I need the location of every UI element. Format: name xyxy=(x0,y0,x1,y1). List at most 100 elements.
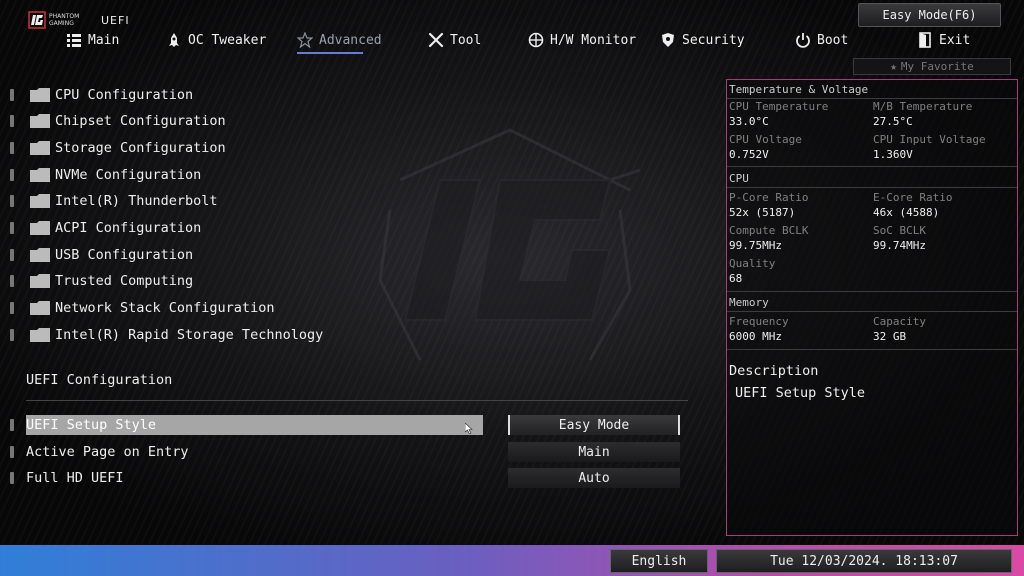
bullet-marker xyxy=(10,89,14,101)
hardware-info-panel: Temperature & Voltage CPU Temperature 33… xyxy=(726,79,1018,536)
tab-tool[interactable]: Tool xyxy=(428,30,481,50)
menu-item-label: Intel(R) Thunderbolt xyxy=(55,193,218,209)
uefi-setup-style-select[interactable]: Easy Mode xyxy=(508,415,680,435)
brand-line-2: GAMING xyxy=(49,20,74,27)
description-text: UEFI Setup Style xyxy=(735,385,866,401)
active-page-select[interactable]: Main xyxy=(508,442,680,462)
mb-temp-label: M/B Temperature xyxy=(873,100,973,113)
soc-bclk-label: SoC BCLK xyxy=(873,224,926,237)
my-favorite-label: My Favorite xyxy=(900,60,974,73)
compute-bclk-label: Compute BCLK xyxy=(729,224,809,237)
menu-item-label: Intel(R) Rapid Storage Technology xyxy=(55,327,324,343)
cpu-voltage-label: CPU Voltage xyxy=(729,133,802,146)
menu-item-trusted-computing[interactable]: Trusted Computing xyxy=(10,271,193,291)
tab-advanced[interactable]: Advanced xyxy=(297,30,382,50)
menu-item-label: USB Configuration xyxy=(55,247,194,263)
folder-icon xyxy=(30,328,50,342)
mb-temp-value: 27.5°C xyxy=(873,115,913,128)
bullet-marker xyxy=(10,472,14,484)
folder-icon xyxy=(30,88,50,102)
tab-hw-monitor[interactable]: H/W Monitor xyxy=(528,30,636,50)
pcore-ratio-value: 52x (5187) xyxy=(729,206,796,219)
bullet-marker xyxy=(10,222,14,234)
folder-icon xyxy=(30,168,50,182)
tab-boot-label: Boot xyxy=(817,32,849,48)
phantom-gaming-logo-watermark xyxy=(378,128,641,361)
menu-item-acpi-configuration[interactable]: ACPI Configuration xyxy=(10,218,201,238)
tab-main-label: Main xyxy=(88,32,120,48)
brand-line-1: PHANTOM xyxy=(49,13,80,20)
bullet-marker xyxy=(10,446,14,458)
bullet-marker xyxy=(10,195,14,207)
quality-label: Quality xyxy=(729,257,776,270)
menu-item-storage-configuration[interactable]: Storage Configuration xyxy=(10,138,226,158)
panel-divider xyxy=(727,311,1017,312)
section-divider xyxy=(26,400,688,401)
list-icon xyxy=(67,34,81,47)
bullet-marker xyxy=(10,169,14,181)
cpu-temp-label: CPU Temperature xyxy=(729,100,829,113)
rocket-icon xyxy=(169,33,179,47)
tab-exit-label: Exit xyxy=(939,32,971,48)
power-icon xyxy=(796,33,810,48)
language-button[interactable]: English xyxy=(610,549,708,573)
tab-security[interactable]: Security xyxy=(660,30,745,50)
mem-capacity-value: 32 GB xyxy=(873,330,907,343)
pcore-ratio-label: P-Core Ratio xyxy=(729,191,809,204)
active-tab-indicator xyxy=(297,52,363,54)
panel-divider xyxy=(727,98,1017,99)
menu-item-label: Network Stack Configuration xyxy=(55,300,275,316)
compute-bclk-value: 99.75MHz xyxy=(729,239,782,252)
shield-icon xyxy=(662,33,674,47)
tab-boot[interactable]: Boot xyxy=(795,30,848,50)
bullet-marker xyxy=(10,302,14,314)
tab-exit[interactable]: Exit xyxy=(917,30,970,50)
menu-item-label: Storage Configuration xyxy=(55,140,226,156)
uefi-configuration-title: UEFI Configuration xyxy=(26,372,173,388)
menu-item-label: Trusted Computing xyxy=(55,273,194,289)
tab-oc-tweaker[interactable]: OC Tweaker xyxy=(166,30,266,50)
tab-tool-label: Tool xyxy=(450,32,482,48)
temp-voltage-heading: Temperature & Voltage xyxy=(729,83,869,96)
ecore-ratio-label: E-Core Ratio xyxy=(873,191,953,204)
bullet-marker xyxy=(10,142,14,154)
tab-main[interactable]: Main xyxy=(66,30,119,50)
menu-item-rapid-storage[interactable]: Intel(R) Rapid Storage Technology xyxy=(10,325,323,345)
menu-item-network-stack[interactable]: Network Stack Configuration xyxy=(10,298,274,318)
datetime-display[interactable]: Tue 12/03/2024. 18:13:07 xyxy=(716,549,1012,573)
quality-value: 68 xyxy=(729,272,743,285)
menu-item-cpu-configuration[interactable]: CPU Configuration xyxy=(10,85,193,105)
folder-icon xyxy=(30,248,50,262)
bullet-marker xyxy=(10,275,14,287)
menu-item-nvme-configuration[interactable]: NVMe Configuration xyxy=(10,165,201,185)
cpu-input-voltage-label: CPU Input Voltage xyxy=(873,133,986,146)
uefi-label: UEFI xyxy=(101,13,130,27)
option-label: Full HD UEFI xyxy=(26,470,124,486)
easy-mode-button[interactable]: Easy Mode(F6) xyxy=(858,3,1001,27)
star-icon: ★ xyxy=(890,60,897,73)
menu-item-usb-configuration[interactable]: USB Configuration xyxy=(10,245,193,265)
full-hd-uefi-select[interactable]: Auto xyxy=(508,468,680,488)
description-heading: Description xyxy=(729,363,819,379)
my-favorite-button[interactable]: ★ My Favorite xyxy=(853,58,1011,75)
phantom-gaming-icon xyxy=(28,11,46,29)
menu-item-thunderbolt[interactable]: Intel(R) Thunderbolt xyxy=(10,191,218,211)
menu-item-label: CPU Configuration xyxy=(55,87,194,103)
bullet-marker xyxy=(10,329,14,341)
menu-item-chipset-configuration[interactable]: Chipset Configuration xyxy=(10,111,226,131)
bullet-marker xyxy=(10,115,14,127)
option-uefi-setup-style[interactable]: UEFI Setup Style xyxy=(10,415,483,435)
bullet-marker xyxy=(10,419,14,431)
menu-item-label: NVMe Configuration xyxy=(55,167,202,183)
menu-item-label: ACPI Configuration xyxy=(55,220,202,236)
option-full-hd-uefi[interactable]: Full HD UEFI xyxy=(10,468,483,488)
folder-icon xyxy=(30,141,50,155)
bullet-marker xyxy=(10,249,14,261)
tab-advanced-label: Advanced xyxy=(319,32,382,48)
folder-icon xyxy=(30,194,50,208)
mem-frequency-label: Frequency xyxy=(729,315,789,328)
tab-oc-tweaker-label: OC Tweaker xyxy=(188,32,267,48)
option-active-page-on-entry[interactable]: Active Page on Entry xyxy=(10,442,483,462)
folder-icon xyxy=(30,221,50,235)
tab-security-label: Security xyxy=(682,32,745,48)
